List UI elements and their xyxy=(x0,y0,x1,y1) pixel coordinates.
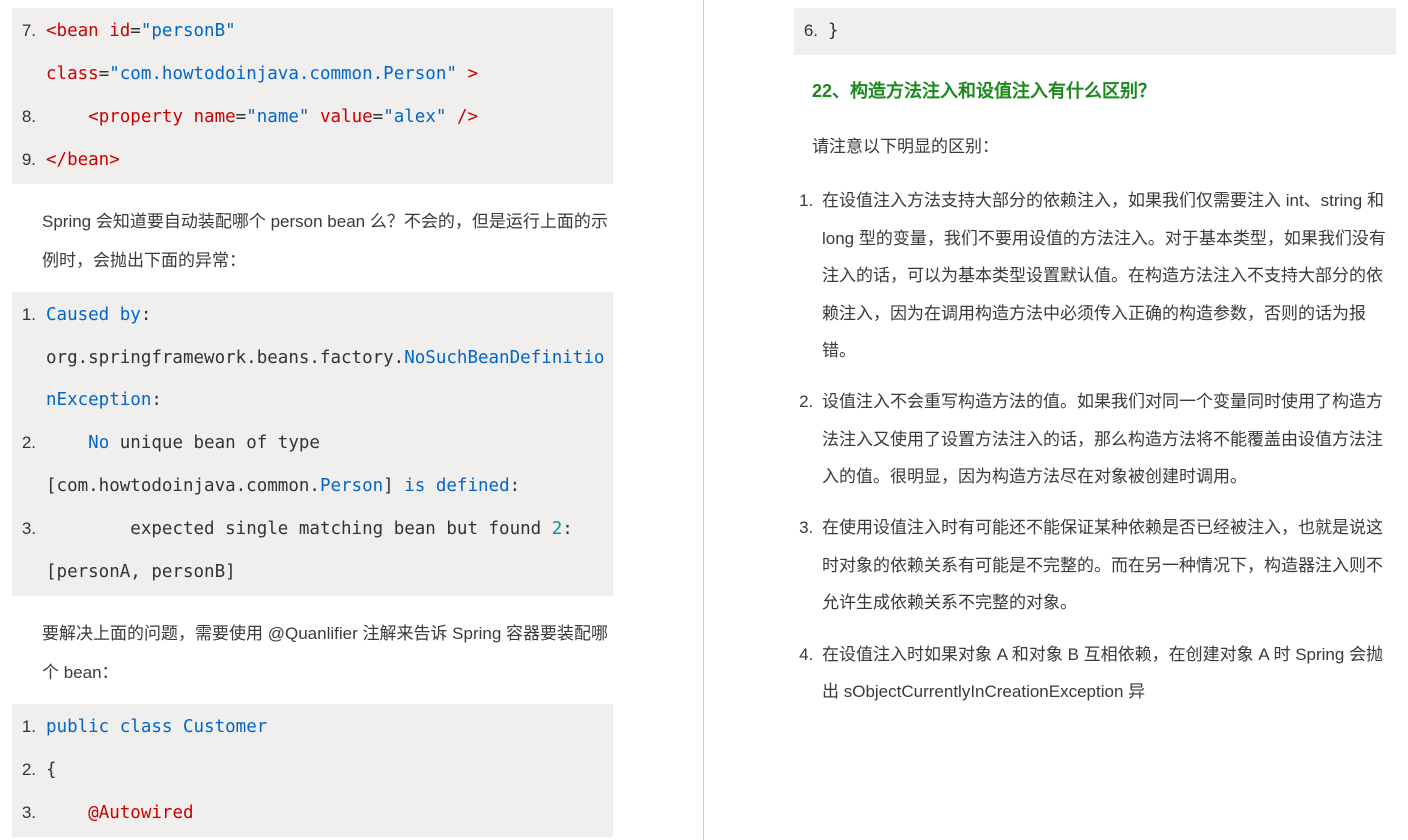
line-number: 3. xyxy=(16,508,46,550)
paragraph-autowire-question: Spring 会知道要自动装配哪个 person bean 么？不会的，但是运行… xyxy=(42,202,613,280)
code-block-closing-brace: 6.} xyxy=(794,8,1396,55)
code-content: [personA, personB] xyxy=(46,551,613,594)
code-content: <bean id="personB" xyxy=(46,10,613,53)
line-number: 8. xyxy=(16,96,46,138)
line-number: 1. xyxy=(16,706,46,748)
code-content: org.springframework.beans.factory.NoSuch… xyxy=(46,337,613,423)
list-item: 在设值注入方法支持大部分的依赖注入，如果我们仅需要注入 int、string 和… xyxy=(818,182,1396,369)
code-content: } xyxy=(828,10,1396,53)
paragraph-qualifier-solution: 要解决上面的问题，需要使用 @Quanlifier 注解来告诉 Spring 容… xyxy=(42,614,613,692)
line-number: 2. xyxy=(16,422,46,464)
list-item: 设值注入不会重写构造方法的值。如果我们对同一个变量同时使用了构造方法注入又使用了… xyxy=(818,383,1396,495)
line-number: 3. xyxy=(16,792,46,834)
ordered-list-differences: 在设值注入方法支持大部分的依赖注入，如果我们仅需要注入 int、string 和… xyxy=(818,182,1396,710)
code-content: class="com.howtodoinjava.common.Person" … xyxy=(46,53,613,96)
line-number: 7. xyxy=(16,10,46,52)
paragraph-intro-differences: 请注意以下明显的区别： xyxy=(812,129,1396,165)
line-number: 2. xyxy=(16,749,46,791)
list-item: 在使用设值注入时有可能还不能保证某种依赖是否已经被注入，也就是说这时对象的依赖关… xyxy=(818,509,1396,621)
line-number: 9. xyxy=(16,139,46,181)
list-item: 在设值注入时如果对象 A 和对象 B 互相依赖，在创建对象 A 时 Spring… xyxy=(818,636,1396,711)
line-number: 1. xyxy=(16,294,46,336)
section-heading-22: 22、构造方法注入和设值注入有什么区别？ xyxy=(812,73,1396,111)
code-block-customer: 1.public class Customer 2.{ 3. @Autowire… xyxy=(12,704,613,837)
code-content: expected single matching bean but found … xyxy=(46,508,613,551)
code-content: <property name="name" value="alex" /> xyxy=(46,96,613,139)
code-content: @Autowired xyxy=(46,792,613,835)
line-number: 6. xyxy=(798,10,828,52)
code-content: No unique bean of type xyxy=(46,422,613,465)
code-content: </bean> xyxy=(46,139,613,182)
code-content: { xyxy=(46,749,613,792)
code-content: public class Customer xyxy=(46,706,613,749)
code-content: [com.howtodoinjava.common.Person] is def… xyxy=(46,465,613,508)
code-content: Caused by: xyxy=(46,294,613,337)
code-block-bean: 7.<bean id="personB" class="com.howtodoi… xyxy=(12,8,613,184)
code-block-exception: 1.Caused by: org.springframework.beans.f… xyxy=(12,292,613,596)
